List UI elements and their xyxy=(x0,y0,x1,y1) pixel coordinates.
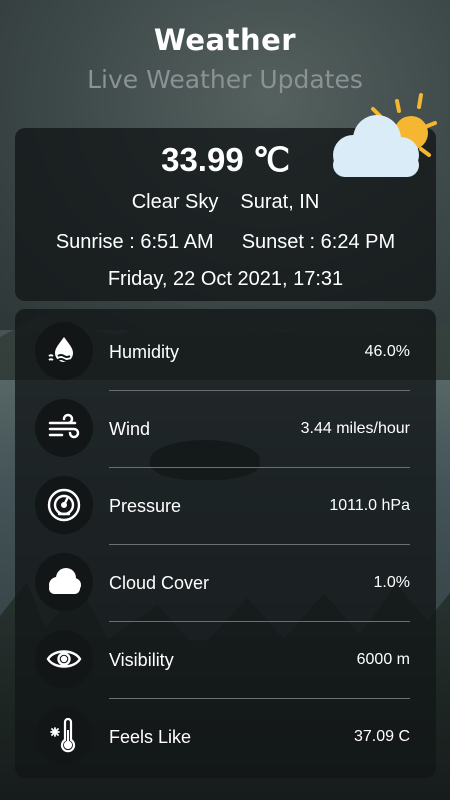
pressure-gauge-icon xyxy=(35,476,93,534)
header: Weather Live Weather Updates xyxy=(0,20,450,96)
eye-icon xyxy=(35,630,93,688)
detail-row-cloud-cover: Cloud Cover 1.0% xyxy=(15,545,436,622)
detail-label: Cloud Cover xyxy=(109,573,210,593)
detail-row-pressure: Pressure 1011.0 hPa xyxy=(15,468,436,545)
detail-value: 37.09 C xyxy=(353,728,410,745)
weather-details-card: Humidity 46.0% Wind 3.44 miles/hour Pres… xyxy=(15,309,436,778)
humidity-icon xyxy=(35,322,93,380)
detail-row-visibility: Visibility 6000 m xyxy=(15,622,436,699)
detail-row-wind: Wind 3.44 miles/hour xyxy=(15,391,436,468)
detail-label: Pressure xyxy=(109,496,182,516)
detail-row-humidity: Humidity 46.0% xyxy=(15,314,436,391)
detail-value: 46.0% xyxy=(364,343,410,360)
location: Surat, IN xyxy=(240,191,320,213)
app-title: Weather xyxy=(153,23,297,57)
detail-label: Humidity xyxy=(109,342,180,362)
sunset-time: Sunset : 6:24 PM xyxy=(241,231,396,253)
condition-location-row: Clear Sky Surat, IN xyxy=(15,188,436,216)
detail-label: Feels Like xyxy=(109,727,192,747)
partly-cloudy-icon xyxy=(333,93,437,177)
detail-value: 3.44 miles/hour xyxy=(300,420,410,437)
detail-label: Visibility xyxy=(109,650,174,670)
detail-value: 1011.0 hPa xyxy=(329,497,410,514)
weather-condition: Clear Sky xyxy=(131,191,219,213)
date-time: Friday, 22 Oct 2021, 17:31 xyxy=(107,268,344,290)
sun-times-row: Sunrise : 6:51 AM Sunset : 6:24 PM xyxy=(15,228,436,256)
app-subtitle: Live Weather Updates xyxy=(87,65,363,94)
detail-value: 6000 m xyxy=(356,651,410,668)
thermometer-icon xyxy=(35,707,93,765)
cloud-icon xyxy=(35,553,93,611)
detail-row-feels-like: Feels Like 37.09 C xyxy=(15,699,436,776)
wind-icon xyxy=(35,399,93,457)
sunrise-time: Sunrise : 6:51 AM xyxy=(55,231,214,253)
detail-label: Wind xyxy=(109,419,151,439)
detail-value: 1.0% xyxy=(373,574,410,591)
